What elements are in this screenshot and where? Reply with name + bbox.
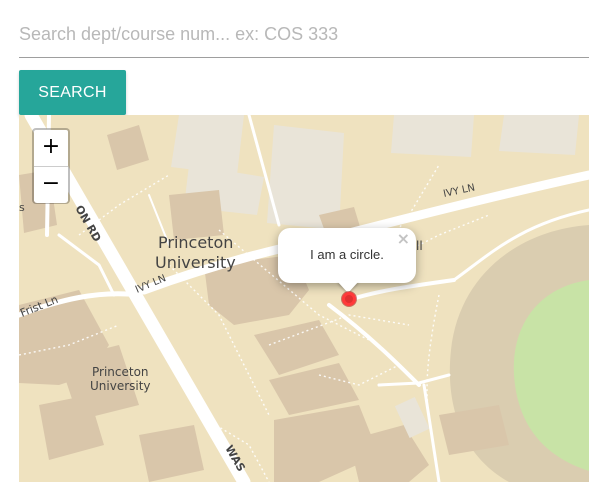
zoom-in-button[interactable]: + bbox=[34, 130, 68, 167]
search-button[interactable]: SEARCH bbox=[19, 70, 126, 115]
map-label-fragment: ll bbox=[416, 239, 423, 253]
zoom-out-button[interactable]: − bbox=[34, 167, 68, 203]
close-icon[interactable]: × bbox=[397, 231, 410, 247]
campus-label-small-line1: Princeton bbox=[92, 365, 149, 379]
campus-label-small-line2: University bbox=[90, 379, 151, 393]
popup-text: I am a circle. bbox=[310, 247, 384, 262]
street-label-fragment: s bbox=[19, 201, 25, 214]
street-label-ivy-ln-upper: IVY LN bbox=[442, 182, 476, 199]
campus-label-main-line2: University bbox=[155, 253, 236, 272]
zoom-control: + − bbox=[32, 128, 70, 204]
circle-marker[interactable] bbox=[342, 292, 356, 306]
map-tiles: Princeton University Princeton Universit… bbox=[19, 115, 589, 482]
search-input[interactable] bbox=[19, 12, 589, 58]
map-popup: × I am a circle. bbox=[278, 228, 416, 293]
map[interactable]: Princeton University Princeton Universit… bbox=[19, 115, 589, 482]
campus-label-main-line1: Princeton bbox=[158, 233, 233, 252]
search-bar bbox=[19, 12, 589, 58]
street-label-ivy-ln-lower: IVY LN bbox=[134, 273, 168, 296]
